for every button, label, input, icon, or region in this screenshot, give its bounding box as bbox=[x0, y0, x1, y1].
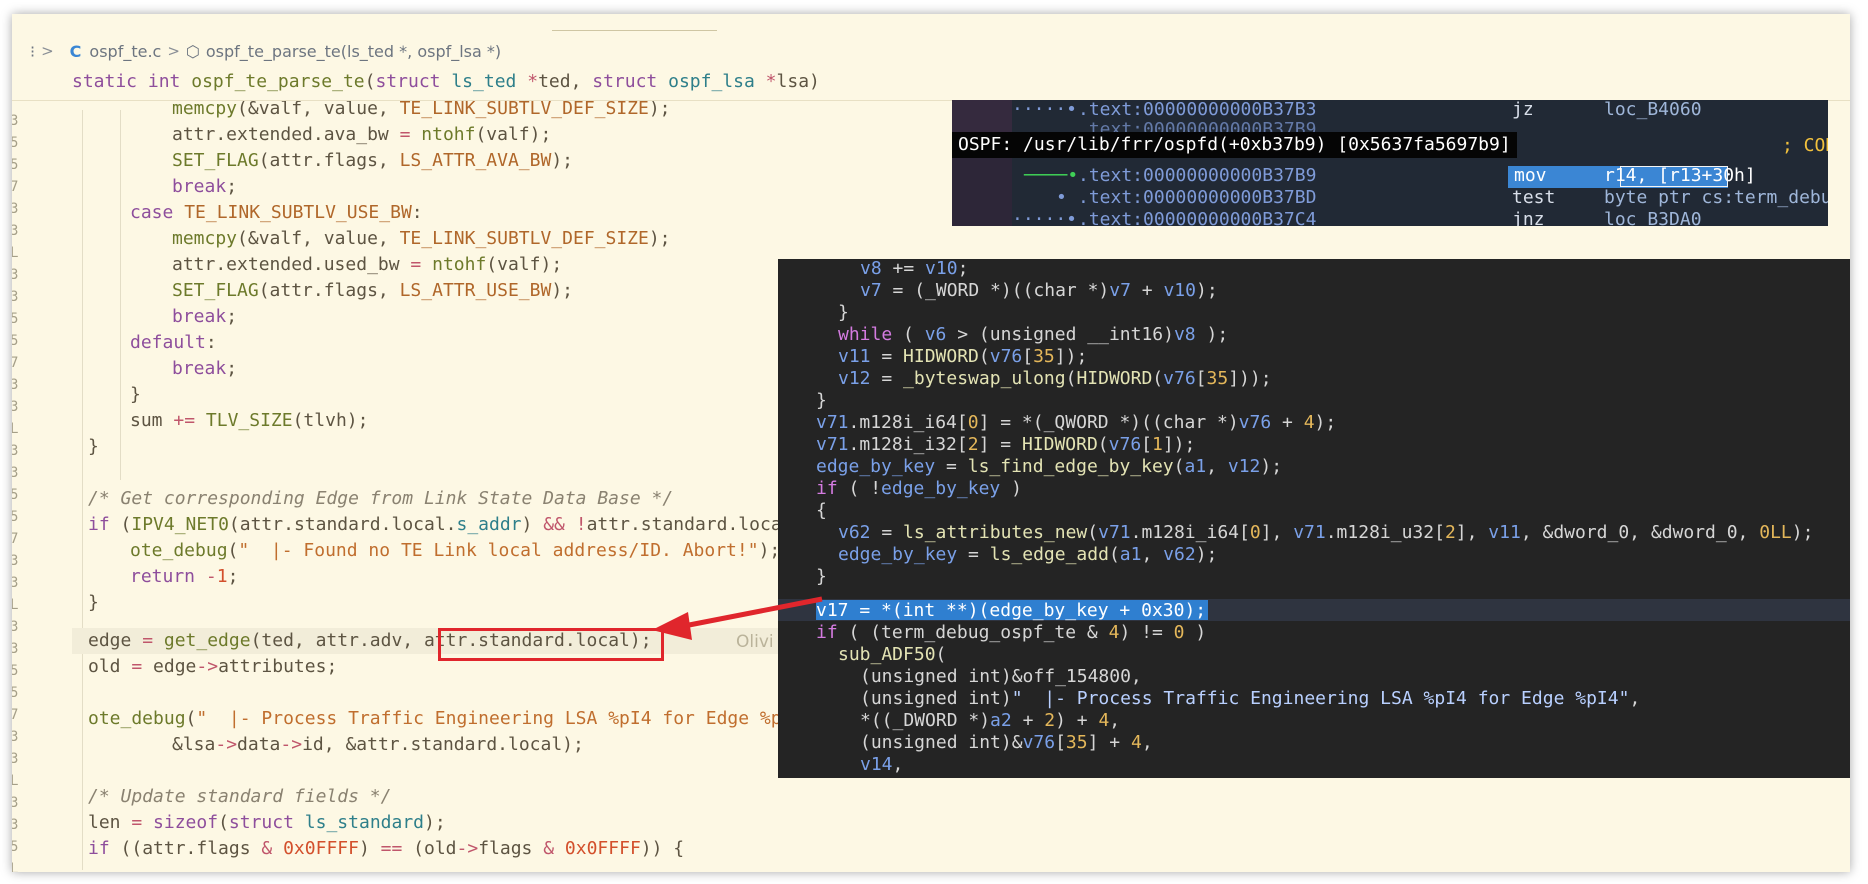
pseudo-line-selected[interactable]: v17 = *(int **)(edge_by_key + 0x30); bbox=[816, 600, 1206, 622]
pseudo-line: if ( !edge_by_key ) bbox=[816, 478, 1022, 499]
code-line: sum += TLV_SIZE(tlvh); bbox=[130, 410, 369, 431]
code-line: memcpy(&valf, value, TE_LINK_SUBTLV_DEF_… bbox=[172, 98, 671, 119]
code-line: break; bbox=[172, 176, 238, 197]
pseudo-line: } bbox=[816, 390, 827, 411]
ida-address: .text:00000000000B37B3 bbox=[1078, 100, 1317, 120]
pseudo-line: *((_DWORD *)a2 + 2) + 4, bbox=[860, 710, 1121, 731]
pseudo-line: } bbox=[838, 302, 849, 323]
pseudo-line: v71.m128i_i32[2] = HIDWORD(v76[1]); bbox=[816, 434, 1196, 455]
code-line: /* Get corresponding Edge from Link Stat… bbox=[88, 488, 674, 509]
pseudo-line: } bbox=[816, 566, 827, 587]
address-tooltip: OSPF: /usr/lib/frr/ospfd(+0xb37b9) [0x56… bbox=[952, 132, 1517, 158]
code-line: break; bbox=[172, 306, 238, 327]
ida-operand: loc_B3DA0 bbox=[1604, 209, 1702, 226]
pseudo-line: v15); bbox=[860, 776, 914, 778]
ida-address: .text:00000000000B37BD bbox=[1078, 187, 1317, 208]
ida-disassembly-view: ·····• .text:00000000000B37B3 jz loc_B40… bbox=[952, 100, 1828, 226]
code-line: memcpy(&valf, value, TE_LINK_SUBTLV_DEF_… bbox=[172, 228, 671, 249]
flow-arrow: ────• bbox=[1024, 165, 1079, 186]
pseudo-line: v12 = _byteswap_ulong(HIDWORD(v76[35])); bbox=[838, 368, 1272, 389]
code-line: } bbox=[130, 384, 141, 405]
sticky-scroll-header: static int ospf_te_parse_te(struct ls_te… bbox=[12, 64, 1850, 101]
pseudo-line: edge_by_key = ls_find_edge_by_key(a1, v1… bbox=[816, 456, 1283, 477]
code-line: SET_FLAG(attr.flags, LS_ATTR_USE_BW); bbox=[172, 280, 573, 301]
pseudo-line: v11 = HIDWORD(v76[35]); bbox=[838, 346, 1088, 367]
ida-mnemonic: test bbox=[1512, 187, 1556, 208]
ida-comment: ; COD bbox=[1782, 135, 1828, 156]
flow-dots: • bbox=[1056, 187, 1067, 208]
flow-dots: ·····• bbox=[1012, 100, 1078, 120]
code-line: attr.extended.ava_bw = ntohf(valf); bbox=[172, 124, 552, 145]
code-line: /* Update standard fields */ bbox=[88, 786, 392, 807]
code-line: } bbox=[88, 436, 99, 457]
code-line: break; bbox=[172, 358, 238, 379]
pseudo-line: sub_ADF50( bbox=[838, 644, 947, 665]
screenshot-frame: ⁝ > C ospf_te.c > ⬡ ospf_te_parse_te(ls_… bbox=[12, 14, 1850, 872]
ida-operand: byte ptr cs:term_debu bbox=[1604, 187, 1828, 208]
pseudo-line: v62 = ls_attributes_new(v71.m128i_i64[0]… bbox=[838, 522, 1814, 543]
code-line: &lsa->data->id, &attr.standard.local); bbox=[172, 734, 584, 755]
code-line: if (IPV4_NET0(attr.standard.local.s_addr… bbox=[88, 514, 793, 535]
pseudo-line: v14, bbox=[860, 754, 904, 775]
ida-operand[interactable]: r14, [r13+30h] bbox=[1604, 165, 1756, 187]
code-line: return -1; bbox=[130, 566, 239, 587]
code-editor: ⁝ > C ospf_te.c > ⬡ ospf_te_parse_te(ls_… bbox=[12, 14, 1850, 872]
ida-pseudocode-view: v8 += v10; v7 = (_WORD *)((char *)v7 + v… bbox=[778, 259, 1850, 778]
pseudo-line: v7 = (_WORD *)((char *)v7 + v10); bbox=[860, 280, 1218, 301]
code-line: } bbox=[88, 592, 99, 613]
highlight-box-attr-standard-local bbox=[438, 628, 664, 661]
ida-mnemonic: jz bbox=[1512, 100, 1534, 120]
code-line: attr.extended.used_bw = ntohf(valf); bbox=[172, 254, 563, 275]
pseudo-line: (unsigned int)&v76[35] + 4, bbox=[860, 732, 1153, 753]
ida-address[interactable]: .text:00000000000B37B9 bbox=[1078, 165, 1316, 187]
pseudo-line: v8 += v10; bbox=[860, 259, 969, 279]
ida-address: .text:00000000000B37C4 bbox=[1078, 209, 1317, 226]
code-line: old = edge->attributes; bbox=[88, 656, 338, 677]
pseudo-line: if ( (term_debug_ospf_te & 4) != 0 ) bbox=[816, 622, 1207, 643]
flow-dots: ·····• bbox=[1012, 209, 1078, 226]
code-line: case TE_LINK_SUBTLV_USE_BW: bbox=[130, 202, 423, 223]
function-signature: static int ospf_te_parse_te(struct ls_te… bbox=[72, 71, 820, 92]
code-line: ote_debug(" |- Found no TE Link local ad… bbox=[130, 540, 781, 561]
ida-operand: loc_B4060 bbox=[1604, 100, 1702, 120]
git-blame-hint: Olivi bbox=[736, 632, 774, 652]
code-line: default: bbox=[130, 332, 217, 353]
pseudo-line: edge_by_key = ls_edge_add(a1, v62); bbox=[838, 544, 1218, 565]
code-line: len = sizeof(struct ls_standard); bbox=[88, 812, 446, 833]
ida-mnemonic: jnz bbox=[1512, 209, 1545, 226]
code-line: ote_debug(" |- Process Traffic Engineeri… bbox=[88, 708, 782, 729]
pseudo-line: v71.m128i_i64[0] = *(_QWORD *)((char *)v… bbox=[816, 412, 1337, 433]
pseudo-line: (unsigned int)" |- Process Traffic Engin… bbox=[860, 688, 1641, 709]
code-line: if ((attr.flags & 0x0FFFF) == (old->flag… bbox=[88, 838, 685, 859]
ida-mnemonic[interactable]: mov bbox=[1514, 165, 1547, 187]
code-line: SET_FLAG(attr.flags, LS_ATTR_AVA_BW); bbox=[172, 150, 573, 171]
pseudo-line: { bbox=[816, 500, 827, 521]
pseudo-line: while ( v6 > (unsigned __int16)v8 ); bbox=[838, 324, 1229, 345]
pseudo-line: (unsigned int)&off_154800, bbox=[860, 666, 1142, 687]
